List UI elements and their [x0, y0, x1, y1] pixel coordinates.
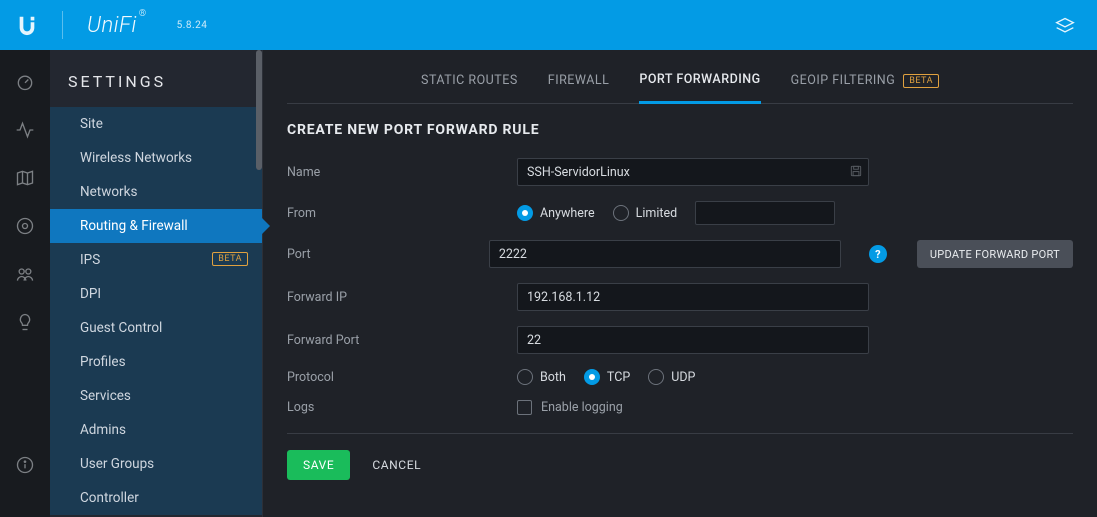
insights-icon[interactable]: [15, 312, 35, 332]
label-forward-ip: Forward IP: [287, 290, 517, 305]
sidebar-item-ips[interactable]: IPSBETA: [50, 243, 262, 277]
port-forward-form: CREATE NEW PORT FORWARD RULE Name From A…: [263, 104, 1097, 492]
from-anywhere-radio[interactable]: Anywhere: [517, 205, 595, 221]
icon-rail: [0, 50, 50, 517]
brand-divider: [62, 11, 63, 39]
sidebar-item-user-groups[interactable]: User Groups: [50, 447, 262, 481]
from-limited-input[interactable]: [695, 201, 835, 225]
ubiquiti-logo-icon: [16, 14, 38, 36]
beta-badge: BETA: [212, 252, 248, 266]
activity-icon[interactable]: [15, 120, 35, 140]
sidebar-item-site[interactable]: Site: [50, 107, 262, 141]
sidebar-item-admins[interactable]: Admins: [50, 413, 262, 447]
form-title: CREATE NEW PORT FORWARD RULE: [287, 122, 1073, 138]
topbar: UniFi® 5.8.24: [0, 0, 1097, 50]
info-icon[interactable]: [15, 455, 35, 475]
sidebar-item-wireless-networks[interactable]: Wireless Networks: [50, 141, 262, 175]
update-forward-port-button[interactable]: UPDATE FORWARD PORT: [917, 240, 1073, 268]
form-divider: [287, 433, 1073, 434]
protocol-tcp-radio[interactable]: TCP: [584, 369, 630, 385]
sidebar-item-routing-firewall[interactable]: Routing & Firewall: [50, 209, 262, 243]
clients-icon[interactable]: [15, 264, 35, 284]
label-protocol: Protocol: [287, 370, 517, 385]
settings-sidebar: SETTINGS Site Wireless Networks Networks…: [50, 50, 263, 517]
sidebar-item-controller[interactable]: Controller: [50, 481, 262, 515]
sidebar-item-networks[interactable]: Networks: [50, 175, 262, 209]
tab-port-forwarding[interactable]: PORT FORWARDING: [639, 72, 760, 104]
save-button[interactable]: SAVE: [287, 450, 350, 480]
sidebar-scrollbar[interactable]: [256, 50, 262, 517]
sidebar-title: SETTINGS: [50, 50, 262, 107]
label-port: Port: [287, 247, 489, 262]
tab-static-routes[interactable]: STATIC ROUTES: [421, 72, 518, 103]
forward-ip-input[interactable]: [517, 283, 869, 311]
devices-icon[interactable]: [15, 216, 35, 236]
dashboard-icon[interactable]: [15, 72, 35, 92]
protocol-udp-radio[interactable]: UDP: [648, 369, 695, 385]
sidebar-item-services[interactable]: Services: [50, 379, 262, 413]
label-name: Name: [287, 165, 517, 180]
form-actions: SAVE CANCEL: [287, 450, 1073, 480]
content-area: STATIC ROUTES FIREWALL PORT FORWARDING G…: [263, 50, 1097, 517]
cancel-button[interactable]: CANCEL: [372, 458, 421, 472]
version-text: 5.8.24: [177, 20, 208, 31]
label-from: From: [287, 206, 517, 221]
beta-badge: BETA: [903, 74, 939, 88]
sidebar-list: Site Wireless Networks Networks Routing …: [50, 107, 262, 515]
sidebar-item-profiles[interactable]: Profiles: [50, 345, 262, 379]
name-input[interactable]: [517, 158, 869, 186]
enable-logging-checkbox[interactable]: Enable logging: [517, 400, 623, 415]
from-limited-radio[interactable]: Limited: [613, 205, 678, 221]
protocol-both-radio[interactable]: Both: [517, 369, 566, 385]
tab-bar: STATIC ROUTES FIREWALL PORT FORWARDING G…: [287, 50, 1073, 104]
sidebar-item-guest-control[interactable]: Guest Control: [50, 311, 262, 345]
label-forward-port: Forward Port: [287, 333, 517, 348]
port-input[interactable]: [489, 240, 841, 268]
tab-geoip-filtering[interactable]: GEOIP FILTERING BETA: [791, 72, 939, 103]
layers-icon[interactable]: [1055, 16, 1075, 40]
port-help-icon[interactable]: ?: [869, 245, 887, 263]
brand-area: UniFi® 5.8.24: [16, 11, 207, 39]
map-icon[interactable]: [15, 168, 35, 188]
brand-text: UniFi®: [87, 12, 153, 38]
tab-firewall[interactable]: FIREWALL: [548, 72, 610, 103]
sidebar-item-dpi[interactable]: DPI: [50, 277, 262, 311]
label-logs: Logs: [287, 400, 517, 415]
forward-port-input[interactable]: [517, 326, 869, 354]
